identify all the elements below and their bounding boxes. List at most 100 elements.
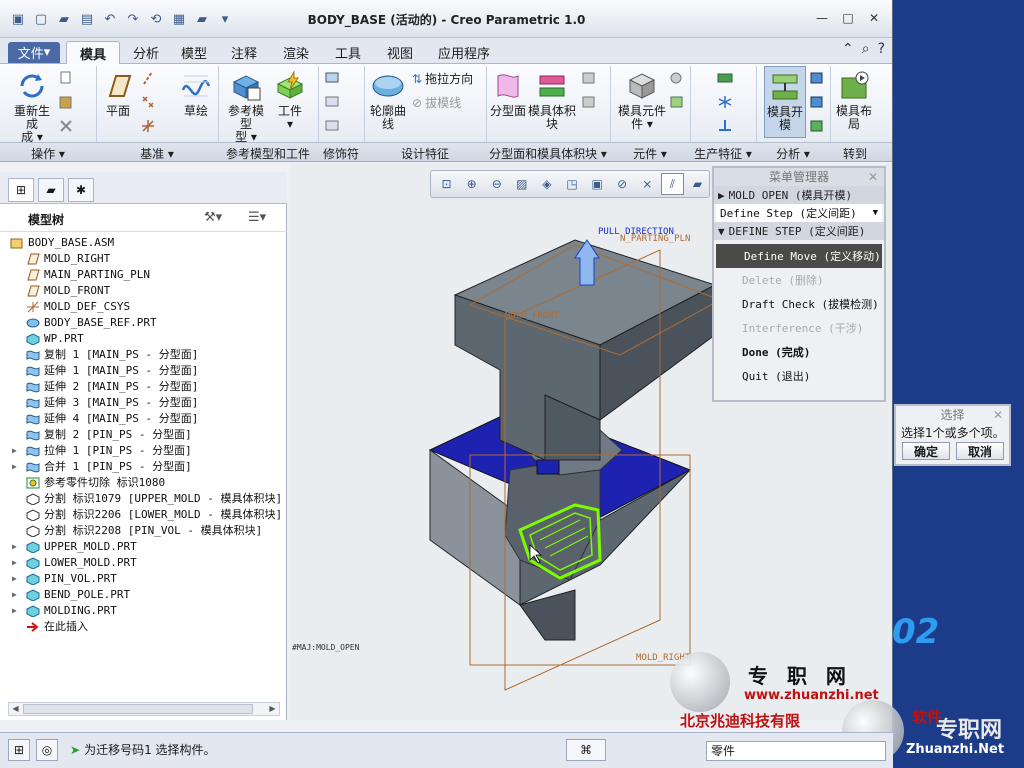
folder-browser-tab-icon[interactable]: ▰ — [38, 178, 64, 202]
contour-curve-button[interactable]: 轮廓曲线 — [370, 70, 406, 131]
expand-arrow-icon[interactable]: ▶ — [12, 446, 17, 455]
expand-arrow-icon[interactable]: ▶ — [12, 542, 17, 551]
delete-icon[interactable] — [58, 118, 76, 134]
tree-item[interactable]: ▶ PIN_VOL.PRT — [8, 570, 283, 586]
workpiece-button[interactable]: 工件 ▾ — [272, 70, 308, 131]
group-operations[interactable]: 操作 ▾ — [0, 145, 96, 162]
close-icon[interactable]: ✕ — [868, 168, 878, 186]
tab-model[interactable]: 模型 — [172, 41, 216, 64]
ok-button[interactable]: 确定 — [902, 442, 950, 460]
browser-toggle-icon[interactable]: ◎ — [36, 739, 58, 761]
tab-applications[interactable]: 应用程序 — [432, 41, 496, 64]
production-2-icon[interactable] — [716, 94, 734, 110]
tree-item[interactable]: MOLD_DEF_CSYS — [8, 298, 283, 314]
annotation-display-icon[interactable]: ⨯ — [636, 173, 659, 195]
draft-line-button[interactable]: ⊘ 拔模线 — [412, 94, 461, 111]
selection-filter[interactable]: 零件 — [706, 741, 886, 761]
minimize-icon[interactable]: — — [811, 8, 833, 28]
refit-icon[interactable]: ⊡ — [435, 173, 458, 195]
modifier-3-icon[interactable] — [324, 118, 342, 134]
tab-view[interactable]: 视图 — [378, 41, 422, 64]
group-production-features[interactable]: 生产特征 ▾ — [690, 145, 756, 162]
mold-component-button[interactable]: 模具元件件 ▾ — [618, 70, 666, 131]
display-style-icon[interactable]: ◈ — [535, 173, 558, 195]
production-3-icon[interactable] — [716, 118, 734, 134]
tree-item[interactable]: 延伸 1 [MAIN_PS - 分型面] — [8, 362, 283, 378]
scroll-right-icon[interactable]: ▶ — [266, 703, 279, 715]
done-item[interactable]: Done (完成) — [714, 340, 884, 364]
component-small-1-icon[interactable] — [668, 70, 686, 86]
tree-item[interactable]: 延伸 2 [MAIN_PS - 分型面] — [8, 378, 283, 394]
help-icon[interactable]: ? — [878, 41, 885, 57]
expand-arrow-icon[interactable]: ▶ — [12, 590, 17, 599]
zoom-in-icon[interactable]: ⊕ — [460, 173, 483, 195]
favorites-tab-icon[interactable]: ✱ — [68, 178, 94, 202]
point-icon[interactable] — [140, 94, 158, 110]
expand-arrow-icon[interactable]: ▶ — [12, 606, 17, 615]
tree-item[interactable]: 复制 2 [PIN_PS - 分型面] — [8, 426, 283, 442]
mold-volume-button[interactable]: 模具体积块 — [528, 70, 576, 131]
expand-arrow-icon[interactable]: ▶ — [12, 462, 17, 471]
reference-model-button[interactable]: 参考模型型 ▾ — [226, 70, 266, 144]
parting-surface-button[interactable]: 分型面 — [490, 70, 526, 118]
group-design-features[interactable]: 设计特征 — [364, 145, 486, 162]
group-goto[interactable]: 转到 — [830, 145, 880, 162]
volume-small-1-icon[interactable] — [580, 70, 598, 86]
step-dropdown[interactable]: Define Step (定义间距) ▼ — [716, 204, 882, 222]
tree-item[interactable]: 复制 1 [MAIN_PS - 分型面] — [8, 346, 283, 362]
tree-item[interactable]: 在此插入 — [8, 618, 283, 634]
tree-item[interactable]: MOLD_FRONT — [8, 282, 283, 298]
group-datum[interactable]: 基准 ▾ — [96, 145, 218, 162]
expand-arrow-icon[interactable]: ▶ — [12, 574, 17, 583]
settings-tools-icon[interactable]: ⚒▾ — [204, 210, 222, 225]
paste-icon[interactable] — [58, 94, 76, 110]
tree-item[interactable]: ▶ UPPER_MOLD.PRT — [8, 538, 283, 554]
tree-item[interactable]: 分割 标识2206 [LOWER_MOLD - 模具体积块] — [8, 506, 283, 522]
drag-direction-button[interactable]: ⇅ 拖拉方向 — [412, 70, 473, 87]
tab-tools[interactable]: 工具 — [326, 41, 370, 64]
define-move-item[interactable]: Define Move (定义移动) — [716, 244, 882, 268]
saved-views-icon[interactable]: ◳ — [560, 173, 583, 195]
analysis-2-icon[interactable] — [808, 94, 826, 110]
scrollbar-thumb[interactable] — [23, 704, 253, 714]
analysis-3-icon[interactable] — [808, 118, 826, 134]
tab-file[interactable]: 文件 ▾ — [8, 42, 60, 63]
find-button[interactable]: ⌘ — [566, 739, 606, 761]
zoom-out-icon[interactable]: ⊖ — [485, 173, 508, 195]
cancel-button[interactable]: 取消 — [956, 442, 1004, 460]
tree-item[interactable]: ▶ 拉伸 1 [PIN_PS - 分型面] — [8, 442, 283, 458]
tree-item[interactable]: BODY_BASE.ASM — [8, 234, 283, 250]
plane-button[interactable]: 平面 — [100, 70, 136, 118]
regenerate-button[interactable]: 重新生成成 ▾ — [10, 70, 54, 144]
datum-display-icon[interactable]: ⊘ — [611, 173, 634, 195]
tree-item[interactable]: 延伸 3 [MAIN_PS - 分型面] — [8, 394, 283, 410]
scroll-left-icon[interactable]: ◀ — [9, 703, 22, 715]
show-options-icon[interactable]: ☰▾ — [248, 210, 266, 225]
group-ref-model-workpiece[interactable]: 参考模型和工件 — [218, 145, 318, 162]
define-step-header[interactable]: ▼ DEFINE STEP (定义间距) — [714, 222, 884, 240]
sketch-button[interactable]: 草绘 — [176, 70, 216, 118]
group-modifiers[interactable]: 修饰符 — [318, 145, 364, 162]
group-parting-volume[interactable]: 分型面和模具体积块 ▾ — [486, 145, 610, 162]
expand-arrow-icon[interactable]: ▶ — [12, 558, 17, 567]
mold-open-button[interactable]: 模具开模 — [764, 66, 806, 138]
modifier-2-icon[interactable] — [324, 94, 342, 110]
tab-mold[interactable]: 模具 — [66, 41, 120, 64]
spin-center-icon[interactable]: ⫽ — [660, 173, 684, 195]
tree-item[interactable]: ▶ BEND_POLE.PRT — [8, 586, 283, 602]
interference-item[interactable]: Interference (干涉) — [714, 316, 884, 340]
copy-icon[interactable] — [58, 70, 76, 86]
modifier-1-icon[interactable] — [324, 70, 342, 86]
tree-item[interactable]: BODY_BASE_REF.PRT — [8, 314, 283, 330]
model-tree-toggle-icon[interactable]: ⊞ — [8, 739, 30, 761]
quit-item[interactable]: Quit (退出) — [714, 364, 884, 388]
analysis-1-icon[interactable] — [808, 70, 826, 86]
maximize-icon[interactable]: □ — [837, 8, 859, 28]
mold-open-header[interactable]: ▶ MOLD OPEN (模具开模) — [714, 186, 884, 204]
draft-check-item[interactable]: Draft Check (拔模检测) — [714, 292, 884, 316]
csys-icon[interactable] — [140, 118, 158, 134]
tree-item[interactable]: 分割 标识2208 [PIN_VOL - 模具体积块] — [8, 522, 283, 538]
group-component[interactable]: 元件 ▾ — [610, 145, 690, 162]
perspective-icon[interactable]: ▰ — [686, 173, 709, 195]
tree-item[interactable]: 延伸 4 [MAIN_PS - 分型面] — [8, 410, 283, 426]
